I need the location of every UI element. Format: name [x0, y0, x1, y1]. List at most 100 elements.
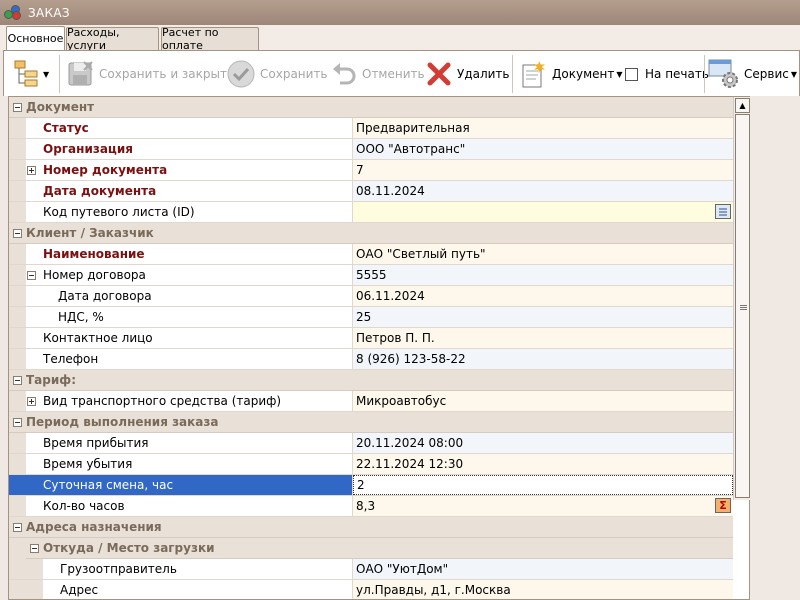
field-value[interactable]: Петров П. П.	[356, 331, 435, 345]
row-address[interactable]: Адрес ул.Правды, д1, г.Москва	[9, 580, 733, 599]
tab-payment[interactable]: Расчет по оплате	[161, 26, 259, 52]
tree-layout-icon	[14, 60, 38, 87]
collapse-icon[interactable]	[13, 228, 22, 238]
scroll-up-icon[interactable]: ▲	[735, 98, 750, 113]
row-waybill-id[interactable]: Код путевого листа (ID)	[9, 202, 733, 223]
field-value[interactable]: ОАО "УютДом"	[356, 562, 448, 576]
category-document[interactable]: Документ	[9, 97, 733, 118]
row-vat[interactable]: НДС, % 25	[9, 307, 733, 328]
field-value[interactable]: 8 (926) 123-58-22	[356, 352, 466, 366]
row-hours-count[interactable]: Кол-во часов 8,3 Σ	[9, 496, 733, 517]
row-status[interactable]: Статус Предварительная	[9, 118, 733, 139]
app-icon	[4, 4, 22, 21]
save-close-label: Сохранить и закрыть	[99, 67, 235, 81]
row-shipper[interactable]: Грузоотправитель ОАО "УютДом"	[9, 559, 733, 580]
field-value[interactable]: ОАО "Светлый путь"	[356, 247, 486, 261]
title-bar: ЗАКАЗ	[0, 0, 800, 25]
layout-button[interactable]: ▼	[13, 58, 49, 90]
document-label: Документ	[552, 67, 615, 81]
window-margin	[750, 96, 800, 600]
row-client-name[interactable]: Наименование ОАО "Светлый путь"	[9, 244, 733, 265]
row-contact[interactable]: Контактное лицо Петров П. П.	[9, 328, 733, 349]
row-vehicle-type[interactable]: Вид транспортного средства (тариф) Микро…	[9, 391, 733, 412]
field-label: НДС, %	[58, 310, 104, 324]
category-period[interactable]: Период выполнения заказа	[9, 412, 733, 433]
field-value[interactable]: 20.11.2024 08:00	[356, 436, 463, 450]
field-value[interactable]: ул.Правды, д1, г.Москва	[356, 583, 511, 597]
field-label: Номер договора	[43, 268, 146, 282]
field-value[interactable]: 8,3	[356, 499, 375, 513]
cancel-button[interactable]: Отменить	[330, 58, 425, 90]
collapse-icon[interactable]	[13, 522, 22, 532]
collapse-icon[interactable]	[27, 270, 36, 280]
expand-icon[interactable]	[27, 165, 36, 175]
row-arrival-time[interactable]: Время прибытия 20.11.2024 08:00	[9, 433, 733, 454]
print-label: На печать	[645, 67, 709, 81]
expand-icon[interactable]	[27, 396, 36, 406]
window-title: ЗАКАЗ	[28, 5, 70, 20]
field-value[interactable]: 5555	[356, 268, 387, 282]
field-value[interactable]: 22.11.2024 12:30	[356, 457, 463, 471]
field-label: Вид транспортного средства (тариф)	[43, 394, 282, 408]
service-gear-icon	[708, 59, 738, 88]
lookup-list-icon[interactable]	[715, 204, 731, 219]
field-label: Номер документа	[43, 163, 168, 177]
save-button[interactable]: Сохранить	[226, 58, 328, 90]
tab-payment-label: Расчет по оплате	[162, 26, 219, 52]
print-checkbox-box[interactable]	[625, 67, 638, 81]
chevron-down-icon: ▼	[616, 69, 623, 79]
service-label: Сервис	[744, 67, 789, 81]
field-label: Дата договора	[58, 289, 152, 303]
collapse-icon[interactable]	[13, 102, 22, 112]
row-daily-shift[interactable]: Суточная смена, час 2	[9, 475, 733, 496]
chevron-down-icon: ▼	[790, 69, 798, 79]
row-contract-date[interactable]: Дата договора 06.11.2024	[9, 286, 733, 307]
field-label: Статус	[43, 121, 89, 135]
row-phone[interactable]: Телефон 8 (926) 123-58-22	[9, 349, 733, 370]
field-value[interactable]: Микроавтобус	[356, 394, 446, 408]
daily-shift-input[interactable]: 2	[357, 478, 365, 492]
collapse-icon[interactable]	[13, 375, 22, 385]
category-tariff[interactable]: Тариф:	[9, 370, 733, 391]
category-label: Откуда / Место загрузки	[43, 541, 215, 555]
category-label: Документ	[26, 100, 95, 114]
floppy-close-icon	[68, 61, 93, 86]
category-loading-place[interactable]: Откуда / Место загрузки	[26, 538, 733, 559]
field-value[interactable]: 25	[356, 310, 371, 324]
service-menu-button[interactable]: Сервис ▼	[708, 58, 797, 90]
field-value[interactable]: 06.11.2024	[356, 289, 425, 303]
delete-button[interactable]: Удалить	[425, 58, 510, 90]
field-label: Контактное лицо	[43, 331, 153, 345]
category-client[interactable]: Клиент / Заказчик	[9, 223, 733, 244]
field-label: Код путевого листа (ID)	[43, 205, 195, 219]
field-label: Суточная смена, час	[43, 478, 174, 492]
collapse-icon[interactable]	[30, 543, 39, 553]
document-menu-button[interactable]: Документ ▼	[520, 58, 623, 90]
field-label: Телефон	[43, 352, 99, 366]
row-departure-time[interactable]: Время убытия 22.11.2024 12:30	[9, 454, 733, 475]
row-organization[interactable]: Организация ООО "Автотранс"	[9, 139, 733, 160]
category-addresses[interactable]: Адреса назначения	[9, 517, 733, 538]
scroll-thumb[interactable]	[735, 114, 750, 498]
tab-expenses[interactable]: Расходы, услуги	[66, 26, 159, 52]
field-value[interactable]: ООО "Автотранс"	[356, 142, 465, 156]
field-value[interactable]: 7	[356, 163, 364, 177]
field-label: Дата документа	[43, 184, 157, 198]
sum-icon[interactable]: Σ	[715, 498, 731, 513]
row-doc-number[interactable]: Номер документа 7	[9, 160, 733, 181]
row-contract-number[interactable]: Номер договора 5555	[9, 265, 733, 286]
save-close-button[interactable]: Сохранить и закрыть	[67, 58, 234, 90]
property-grid: Документ Статус Предварительная Организа…	[8, 96, 750, 600]
category-label: Тариф:	[26, 373, 76, 387]
row-doc-date[interactable]: Дата документа 08.11.2024	[9, 181, 733, 202]
print-checkbox[interactable]: На печать	[625, 58, 709, 90]
vertical-scrollbar[interactable]: ▲	[733, 97, 750, 500]
field-label: Наименование	[43, 247, 145, 261]
tab-strip: Основное Расходы, услуги Расчет по оплат…	[0, 25, 800, 52]
field-value[interactable]: Предварительная	[356, 121, 470, 135]
delete-x-icon	[427, 62, 451, 86]
undo-icon	[333, 63, 356, 85]
field-value[interactable]: 08.11.2024	[356, 184, 425, 198]
collapse-icon[interactable]	[13, 417, 22, 427]
tab-main[interactable]: Основное	[6, 26, 65, 50]
